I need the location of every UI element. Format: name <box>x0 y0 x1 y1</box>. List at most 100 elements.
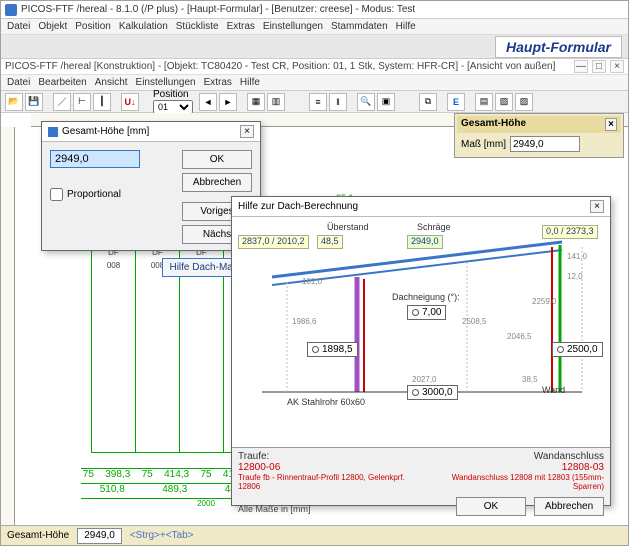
dim-2508: 2508,5 <box>462 317 486 326</box>
tool-vert-icon[interactable]: ┃ <box>93 93 111 111</box>
input-bottom-w[interactable]: 3000,0 <box>407 385 458 400</box>
menu-datei[interactable]: Datei <box>7 21 30 32</box>
menu-objekt[interactable]: Objekt <box>38 21 67 32</box>
status-label: Gesamt-Höhe <box>7 530 69 541</box>
label-wand: Wand <box>542 385 565 395</box>
main-window: PICOS-FTF /hereal - 8.1.0 (/P plus) - [H… <box>0 0 629 546</box>
tool-fit-icon[interactable]: ▣ <box>377 93 395 111</box>
cmenu-einstellungen[interactable]: Einstellungen <box>136 77 196 88</box>
child-close-icon[interactable]: × <box>610 60 624 73</box>
proportional-checkbox[interactable]: Proportional <box>50 188 172 201</box>
ok-button[interactable]: OK <box>182 150 252 169</box>
position-selector[interactable]: Position 01 <box>153 89 193 114</box>
cmenu-bearbeiten[interactable]: Bearbeiten <box>38 77 86 88</box>
tool-next-icon[interactable]: ► <box>219 93 237 111</box>
tool-valign-icon[interactable]: ‖ <box>329 93 347 111</box>
cmenu-datei[interactable]: Datei <box>7 77 30 88</box>
input-neigung[interactable]: 7,00 <box>407 305 446 320</box>
traufe-value: 12800-06 <box>238 462 411 473</box>
child-max-icon[interactable]: □ <box>592 60 606 73</box>
dialog-icon <box>48 127 58 137</box>
main-menubar: Datei Objekt Position Kalkulation Stückl… <box>1 19 628 35</box>
tool-u-icon[interactable]: U↓ <box>121 93 139 111</box>
side-panel-value-input[interactable] <box>510 136 580 152</box>
menu-stammdaten[interactable]: Stammdaten <box>331 21 388 32</box>
dach-ok-button[interactable]: OK <box>456 497 526 516</box>
dialog-dach-title: Hilfe zur Dach-Berechnung <box>238 201 358 212</box>
tool-layout2-icon[interactable]: ▧ <box>495 93 513 111</box>
app-icon <box>5 4 17 16</box>
dim-385: 38,5 <box>522 375 538 384</box>
tool-line-icon[interactable]: ／ <box>53 93 71 111</box>
traufe-sub: Traufe fb - Rinnentrauf-Profil 12800, Ge… <box>238 473 411 491</box>
dim-1010: 101,0 <box>302 277 322 286</box>
dach-cancel-button[interactable]: Abbrechen <box>534 497 604 516</box>
label-schrage: Schräge <box>417 222 451 232</box>
gesamt-value-input[interactable] <box>50 150 140 168</box>
dialog-gesamthoehe: Gesamt-Höhe [mm] × Proportional OK Abbre… <box>41 121 261 251</box>
cmenu-ansicht[interactable]: Ansicht <box>95 77 128 88</box>
dim-2259: 2259,0 <box>532 297 556 306</box>
menu-position[interactable]: Position <box>75 21 111 32</box>
input-left-h[interactable]: 1898,5 <box>307 342 358 357</box>
wand-value: 12808-03 <box>431 462 604 473</box>
ruler-vertical <box>1 127 15 543</box>
cmenu-hilfe[interactable]: Hilfe <box>240 77 260 88</box>
cmenu-extras[interactable]: Extras <box>204 77 232 88</box>
value-uberstand: 48,5 <box>317 235 343 249</box>
value-schrage: 2949,0 <box>407 235 443 249</box>
label-neigung: Dachneigung (°): <box>392 292 460 302</box>
dialog-gesamt-close-icon[interactable]: × <box>240 125 254 138</box>
dim-141: 141,0 <box>567 252 587 261</box>
position-select[interactable]: 01 <box>153 100 193 114</box>
child-titlebar: PICOS-FTF /hereal [Konstruktion] - [Obje… <box>1 59 628 75</box>
form-title: Haupt-Formular <box>495 36 622 58</box>
tool-grid1-icon[interactable]: ▦ <box>247 93 265 111</box>
dialog-dach-berechnung: Hilfe zur Dach-Berechnung × 2837,0 / <box>231 196 611 506</box>
menu-kalkulation[interactable]: Kalkulation <box>119 21 168 32</box>
menu-hilfe[interactable]: Hilfe <box>396 21 416 32</box>
input-right-h[interactable]: 2500,0 <box>552 342 603 357</box>
dialog-gesamt-title: Gesamt-Höhe [mm] <box>62 126 149 137</box>
traufe-row: Traufe: 12800-06 Traufe fb - Rinnentrauf… <box>232 447 610 491</box>
tool-open-icon[interactable]: 📂 <box>5 93 23 111</box>
dim-2027: 2027,0 <box>412 375 436 384</box>
tool-zoom-icon[interactable]: 🔍 <box>357 93 375 111</box>
label-ak-stahlrohr: AK Stahlrohr 60x60 <box>287 397 365 407</box>
child-min-icon[interactable]: — <box>574 60 588 73</box>
dach-diagram: 2837,0 / 2010,2 Überstand 48,5 Schräge 2… <box>232 217 610 447</box>
label-left-coords: 2837,0 / 2010,2 <box>238 235 309 249</box>
menu-stuckliste[interactable]: Stückliste <box>176 21 219 32</box>
tool-layout3-icon[interactable]: ▨ <box>515 93 533 111</box>
header-band: Haupt-Formular <box>1 35 628 59</box>
tool-e-icon[interactable]: E <box>447 93 465 111</box>
tool-layout1-icon[interactable]: ▤ <box>475 93 493 111</box>
tool-save-icon[interactable]: 💾 <box>25 93 43 111</box>
traufe-header: Traufe: <box>238 451 411 462</box>
dim-12r: 12,0 <box>567 272 583 281</box>
cancel-button[interactable]: Abbrechen <box>182 173 252 192</box>
side-panel-title: Gesamt-Höhe <box>461 118 526 131</box>
dim-1986: 1986,6 <box>292 317 316 326</box>
wand-sub: Wandanschluss 12808 mit 12803 (155mm-Spa… <box>431 473 604 491</box>
side-panel-close-icon[interactable]: × <box>605 118 617 131</box>
tool-halign-icon[interactable]: ≡ <box>309 93 327 111</box>
dialog-dach-close-icon[interactable]: × <box>590 200 604 213</box>
note-units: Alle Maße in [mm] <box>238 504 311 514</box>
status-value: 2949,0 <box>77 528 122 544</box>
toolbar: 📂 💾 ／ ⊢ ┃ U↓ Position 01 ◄ ► ▦ ▥ ≡ ‖ 🔍 ▣… <box>1 91 628 113</box>
tool-dim-icon[interactable]: ⊢ <box>73 93 91 111</box>
dim-2046: 2046,5 <box>507 332 531 341</box>
menu-einstellungen[interactable]: Einstellungen <box>263 21 323 32</box>
status-hint: <Strg>+<Tab> <box>130 530 194 541</box>
tool-layers-icon[interactable]: ⧉ <box>419 93 437 111</box>
side-panel-gesamthoehe: Gesamt-Höhe × Maß [mm] <box>454 113 624 158</box>
label-uberstand: Überstand <box>327 222 369 232</box>
tool-prev-icon[interactable]: ◄ <box>199 93 217 111</box>
statusbar: Gesamt-Höhe 2949,0 <Strg>+<Tab> <box>1 525 628 545</box>
child-menubar: Datei Bearbeiten Ansicht Einstellungen E… <box>1 75 628 91</box>
tool-grid2-icon[interactable]: ▥ <box>267 93 285 111</box>
proportional-check[interactable] <box>50 188 63 201</box>
menu-extras[interactable]: Extras <box>227 21 255 32</box>
position-label: Position <box>153 89 193 100</box>
